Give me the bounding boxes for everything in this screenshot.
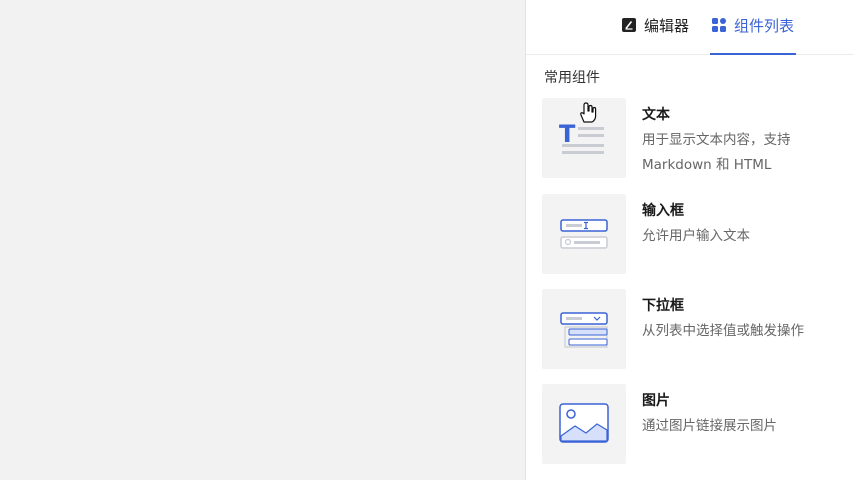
grid-icon — [712, 18, 726, 32]
dropdown-component-icon — [542, 289, 626, 369]
input-component-icon — [542, 194, 626, 274]
component-title: 文本 — [642, 107, 670, 123]
section-title: 常用组件 — [544, 70, 600, 86]
component-item-dropdown[interactable]: 下拉框 从列表中选择值或触发操作 — [542, 289, 847, 373]
component-panel: 编辑器 组件列表 常用组件 T 文本 用于显示文本内容，支持 Markdown … — [525, 0, 854, 480]
component-desc: 从列表中选择值或触发操作 — [642, 323, 804, 339]
component-title: 输入框 — [642, 203, 684, 219]
component-desc: 通过图片链接展示图片 — [642, 418, 777, 434]
canvas-area[interactable] — [0, 0, 525, 480]
editor-icon — [622, 18, 636, 32]
component-desc: 允许用户输入文本 — [642, 228, 750, 244]
tab-components[interactable]: 组件列表 — [710, 15, 797, 55]
component-desc: 用于显示文本内容，支持 Markdown 和 HTML — [642, 132, 791, 173]
tab-editor-label: 编辑器 — [644, 17, 690, 35]
component-title: 图片 — [642, 393, 670, 409]
tab-editor[interactable]: 编辑器 — [622, 15, 689, 55]
component-item-image[interactable]: 图片 通过图片链接展示图片 — [542, 384, 847, 468]
hand-cursor-icon — [578, 102, 598, 128]
component-item-input[interactable]: 输入框 允许用户输入文本 — [542, 194, 847, 278]
svg-text:T: T — [559, 120, 576, 148]
tab-components-label: 组件列表 — [734, 17, 795, 35]
image-component-icon — [542, 384, 626, 464]
panel-tabs: 编辑器 组件列表 — [526, 0, 854, 55]
component-title: 下拉框 — [642, 298, 684, 314]
